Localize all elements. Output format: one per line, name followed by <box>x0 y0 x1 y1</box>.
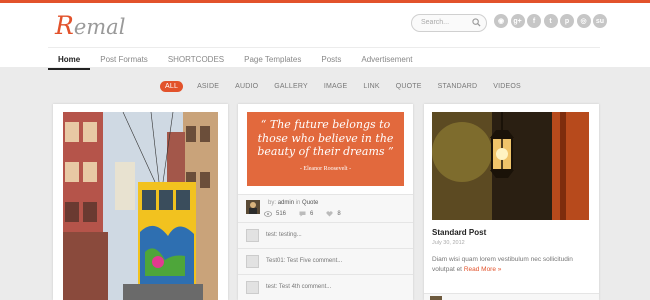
recent-comment[interactable]: test: testing... <box>238 222 413 248</box>
in-prefix: in <box>295 200 301 206</box>
image-post-card[interactable] <box>53 104 228 300</box>
recent-comment[interactable]: test: Test 4th comment... <box>238 274 413 300</box>
eye-icon <box>264 211 272 217</box>
author-link[interactable]: admin <box>278 200 294 206</box>
filter-all[interactable]: ALL <box>160 81 184 92</box>
site-logo[interactable]: Remal <box>55 11 125 40</box>
nav-item-home[interactable]: Home <box>48 48 91 70</box>
site-header: Remal Search... ◉ g+ f t p ◎ su Home Post Forma… <box>0 3 650 70</box>
quote-text: “ The future belongs to those who believ… <box>257 118 394 158</box>
read-more-link[interactable]: Read More » <box>464 266 502 273</box>
search-icon[interactable] <box>472 18 481 27</box>
filter-gallery[interactable]: GALLERY <box>274 83 308 90</box>
post-meta: by: admin in Quote 516 6 8 <box>238 194 413 222</box>
post-title[interactable]: Standard Post <box>432 228 486 237</box>
search-input[interactable]: Search... <box>411 14 487 32</box>
stumbleupon-icon[interactable]: su <box>593 14 607 28</box>
dribbble-icon[interactable]: ◎ <box>576 14 591 28</box>
twitter-icon[interactable]: t <box>543 14 558 28</box>
nav-item-advertisement[interactable]: Advertisement <box>351 48 422 70</box>
standard-post-card[interactable]: Standard Post July 30, 2012 Diam wisi qu… <box>424 104 599 300</box>
comment-icon <box>299 211 306 217</box>
commenter-avatar <box>246 281 259 294</box>
by-prefix: by: <box>268 200 277 206</box>
post-excerpt: Diam wisi quam lorem vestibulum nec soll… <box>432 255 592 275</box>
nav-item-post-formats[interactable]: Post Formats <box>90 48 158 70</box>
comment-text: test: Test 4th comment... <box>266 284 332 290</box>
heart-icon <box>326 211 333 217</box>
filter-link[interactable]: LINK <box>363 83 379 90</box>
pinterest-icon[interactable]: p <box>560 14 574 28</box>
nav-item-page-templates[interactable]: Page Templates <box>234 48 311 70</box>
nav-item-shortcodes[interactable]: SHORTCODES <box>158 48 234 70</box>
quote-author: - Eleanor Roosevelt - <box>299 165 352 172</box>
author-avatar[interactable] <box>430 296 442 300</box>
quote-block[interactable]: “ The future belongs to those who believ… <box>247 112 404 186</box>
google-plus-icon[interactable]: g+ <box>510 14 525 28</box>
filter-image[interactable]: IMAGE <box>324 83 348 90</box>
filter-quote[interactable]: QUOTE <box>396 83 422 90</box>
comment-text: Test01: Test Five comment... <box>266 258 343 264</box>
social-icons: ◉ g+ f t p ◎ su <box>494 14 610 28</box>
filter-aside[interactable]: ASIDE <box>197 83 219 90</box>
recent-comment[interactable]: Test01: Test Five comment... <box>238 248 413 274</box>
post-meta <box>424 293 599 300</box>
commenter-avatar <box>246 229 259 242</box>
lantern-photo[interactable] <box>432 112 589 220</box>
excerpt-text: Diam wisi quam lorem vestibulum nec soll… <box>432 256 573 273</box>
portfolio-filter: ALL ASIDE AUDIO GALLERY IMAGE LINK QUOTE STANDA… <box>160 81 537 92</box>
meta-byline: by: admin in Quote <box>268 200 318 206</box>
comments-count: 6 <box>310 211 314 217</box>
search-placeholder: Search... <box>421 19 450 26</box>
tram-street-photo[interactable] <box>63 112 218 300</box>
filter-videos[interactable]: VIDEOS <box>493 83 521 90</box>
author-avatar[interactable] <box>246 200 260 214</box>
commenter-avatar <box>246 255 259 268</box>
likes-count: 8 <box>337 211 341 217</box>
post-date: July 30, 2012 <box>432 240 465 246</box>
logo-initial: R <box>55 11 74 40</box>
filter-standard[interactable]: STANDARD <box>438 83 478 90</box>
likes-stat[interactable]: 8 <box>326 211 341 217</box>
quote-post-card[interactable]: “ The future belongs to those who believ… <box>238 104 413 300</box>
logo-text: emal <box>73 15 126 39</box>
comments-stat[interactable]: 6 <box>299 211 313 217</box>
nav-item-posts[interactable]: Posts <box>311 48 351 70</box>
filter-audio[interactable]: AUDIO <box>235 83 258 90</box>
facebook-icon[interactable]: f <box>527 14 541 28</box>
views-count: 516 <box>276 211 287 217</box>
views-stat: 516 <box>264 211 286 217</box>
category-link[interactable]: Quote <box>302 200 318 206</box>
main-nav: Home Post Formats SHORTCODES Page Templates… <box>48 47 600 70</box>
comment-text: test: testing... <box>266 232 302 238</box>
post-stats: 516 6 8 <box>264 211 354 217</box>
rss-icon[interactable]: ◉ <box>494 14 508 28</box>
